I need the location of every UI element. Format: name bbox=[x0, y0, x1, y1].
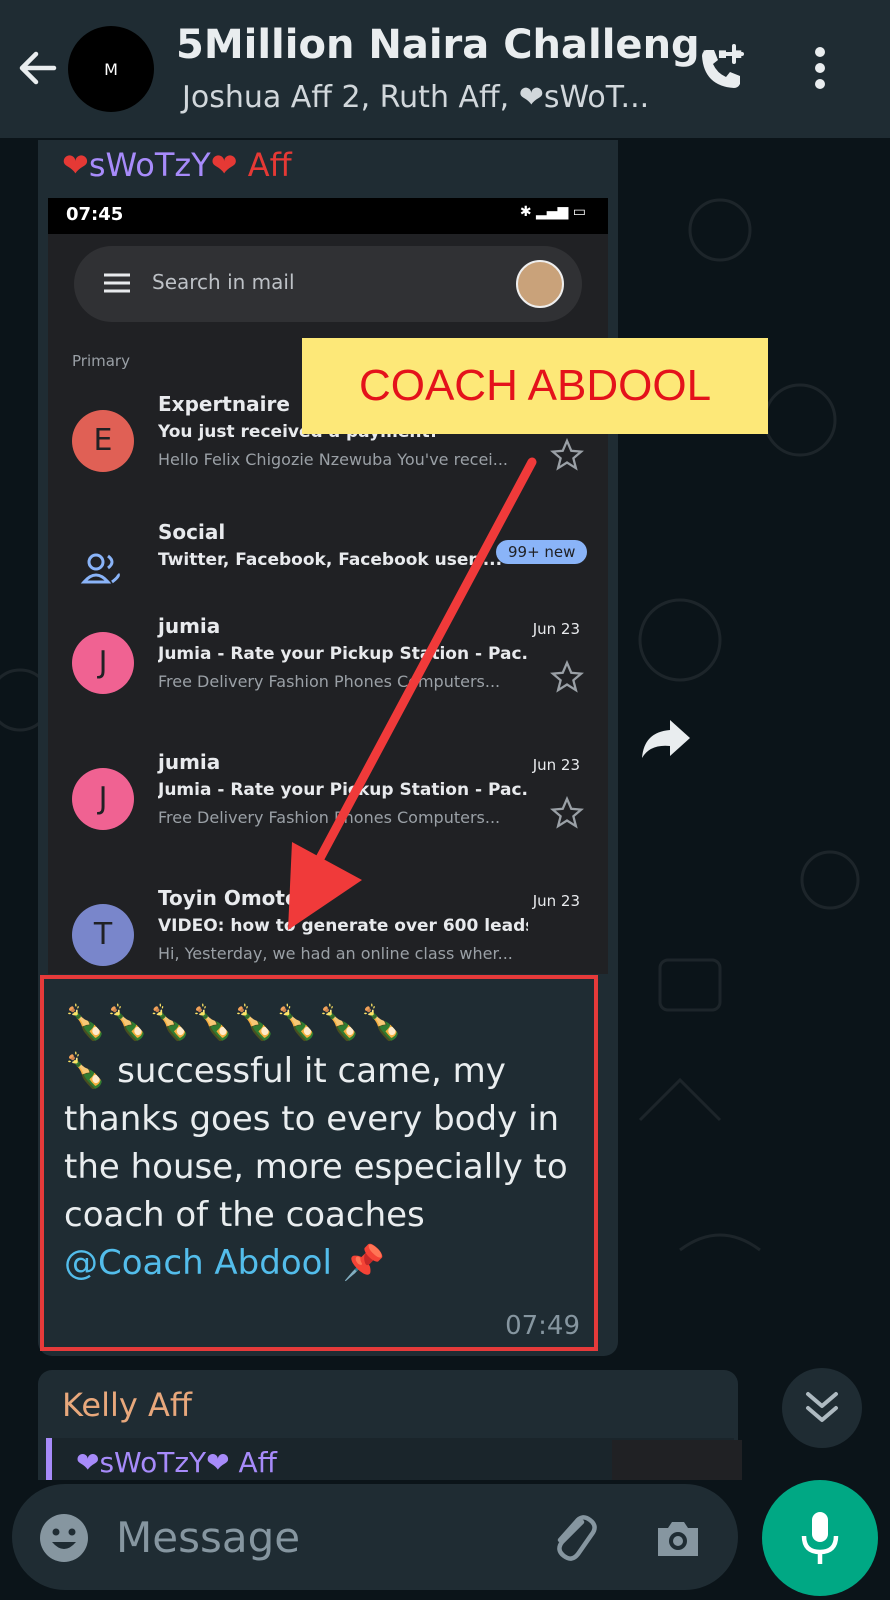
message-emoji-line: 🍾🍾🍾🍾🍾🍾🍾🍾 bbox=[64, 1003, 403, 1043]
camera-icon[interactable] bbox=[650, 1510, 706, 1566]
phone-status-bar: 07:45 ✱ ▂▄▆ ▭ bbox=[48, 198, 608, 234]
group-avatar[interactable]: M bbox=[68, 26, 154, 112]
gmail-profile-avatar bbox=[516, 260, 564, 308]
emoji-icon[interactable] bbox=[38, 1512, 90, 1564]
email-subject: VIDEO: how to generate over 600 leads... bbox=[158, 916, 528, 936]
email-subject: Jumia - Rate your Pickup Station - Pac..… bbox=[158, 780, 528, 800]
message-composer bbox=[12, 1484, 738, 1590]
email-snippet: Free Delivery Fashion Phones Computers..… bbox=[158, 672, 501, 691]
email-snippet: Hello Felix Chigozie Nzewuba You've rece… bbox=[158, 450, 509, 469]
quoted-thumbnail bbox=[612, 1440, 742, 1480]
pin-emoji: 📌 bbox=[342, 1243, 386, 1283]
gmail-search-bar: Search in mail bbox=[74, 246, 582, 322]
social-people-icon bbox=[80, 553, 120, 584]
annotation-label-text: COACH ABDOOL bbox=[358, 361, 712, 410]
email-subject: Twitter, Facebook, Facebook user ... bbox=[158, 550, 503, 570]
star-icon bbox=[550, 660, 584, 693]
next-message-sender: Kelly Aff bbox=[62, 1386, 192, 1424]
email-date: Jun 23 bbox=[532, 892, 580, 910]
email-snippet: Free Delivery Fashion Phones Computers..… bbox=[158, 808, 501, 827]
message-text: 🍾🍾🍾🍾🍾🍾🍾🍾 🍾 successful it came, my thanks… bbox=[64, 999, 574, 1287]
message-time: 07:49 bbox=[505, 1311, 580, 1341]
star-icon bbox=[550, 796, 584, 829]
message-mention[interactable]: @Coach Abdool bbox=[64, 1243, 332, 1283]
email-subject: Jumia - Rate your Pickup Station - Pac..… bbox=[158, 644, 528, 664]
email-avatar: J bbox=[72, 768, 134, 830]
annotation-label: COACH ABDOOL bbox=[302, 338, 768, 434]
email-avatar: E bbox=[72, 410, 134, 472]
email-row: J jumia Jumia - Rate your Pickup Station… bbox=[48, 746, 608, 864]
new-count-badge: 99+ new bbox=[496, 540, 588, 564]
email-from: jumia bbox=[158, 750, 221, 774]
email-from: jumia bbox=[158, 614, 221, 638]
message-sender: ❤sWoTzY❤ Aff bbox=[62, 146, 292, 184]
more-options-icon[interactable] bbox=[792, 40, 848, 96]
scroll-to-bottom-button[interactable] bbox=[782, 1368, 862, 1448]
star-icon bbox=[550, 438, 584, 471]
microphone-icon bbox=[801, 1512, 839, 1564]
add-call-icon[interactable] bbox=[694, 40, 750, 96]
forward-icon[interactable] bbox=[636, 708, 696, 768]
email-row: J jumia Jumia - Rate your Pickup Station… bbox=[48, 610, 608, 728]
sender-heart-left: ❤ bbox=[62, 146, 89, 184]
status-icons: ✱ ▂▄▆ ▭ bbox=[519, 204, 586, 220]
chat-title[interactable]: 5Million Naira Challeng... bbox=[176, 22, 745, 68]
chat-header: M 5Million Naira Challeng... Joshua Aff … bbox=[0, 0, 890, 138]
status-time: 07:45 bbox=[66, 204, 124, 225]
email-avatar: T bbox=[72, 904, 134, 966]
attached-screenshot[interactable]: 07:45 ✱ ▂▄▆ ▭ Search in mail Primary E E… bbox=[48, 198, 608, 974]
email-from: Social bbox=[158, 520, 226, 544]
gmail-search-placeholder: Search in mail bbox=[152, 270, 295, 294]
attach-icon[interactable] bbox=[546, 1508, 602, 1564]
email-from: Toyin Omotoso bbox=[158, 886, 325, 910]
hamburger-menu-icon bbox=[104, 273, 130, 293]
chat-participants[interactable]: Joshua Aff 2, Ruth Aff, ❤sWoT... bbox=[182, 80, 682, 115]
email-snippet: Hi, Yesterday, we had an online class wh… bbox=[158, 944, 513, 963]
avatar-letter: M bbox=[104, 59, 118, 79]
email-date: Jun 23 bbox=[532, 620, 580, 638]
sender-suffix: ❤ Aff bbox=[210, 146, 292, 184]
message-body: 🍾 successful it came, my thanks goes to … bbox=[64, 1051, 568, 1235]
double-chevron-down-icon bbox=[806, 1392, 838, 1422]
back-arrow-icon[interactable] bbox=[14, 44, 62, 92]
email-row: T Toyin Omotoso VIDEO: how to generate o… bbox=[48, 882, 608, 974]
voice-message-button[interactable] bbox=[762, 1480, 878, 1596]
highlighted-message-text: 🍾🍾🍾🍾🍾🍾🍾🍾 🍾 successful it came, my thanks… bbox=[40, 975, 598, 1351]
email-avatar: J bbox=[72, 632, 134, 694]
message-input[interactable] bbox=[114, 1506, 518, 1568]
email-date: Jun 23 bbox=[532, 756, 580, 774]
sender-name: sWoTzY bbox=[88, 146, 211, 184]
gmail-section-label: Primary bbox=[72, 352, 130, 370]
quoted-sender: ❤sWoTzY❤ Aff bbox=[76, 1446, 277, 1479]
email-from: Expertnaire bbox=[158, 392, 290, 416]
